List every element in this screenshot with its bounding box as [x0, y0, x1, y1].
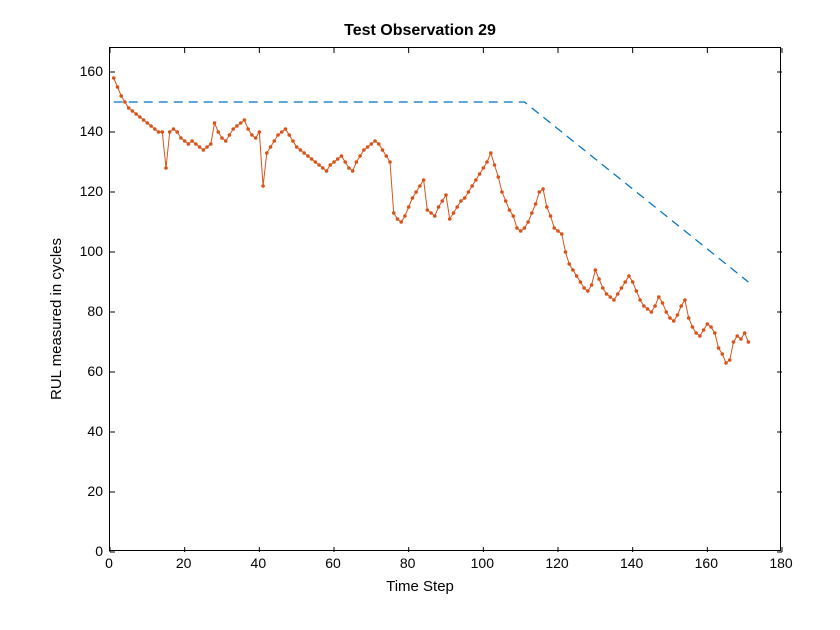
x-tick-label: 140: [620, 555, 643, 571]
series-predicted-rul: [114, 78, 749, 363]
x-tick-label: 40: [251, 555, 267, 571]
x-tick-label: 60: [325, 555, 341, 571]
y-tick-label: 140: [73, 123, 103, 139]
y-tick-label: 20: [73, 483, 103, 499]
x-tick-label: 100: [471, 555, 494, 571]
y-tick-label: 120: [73, 183, 103, 199]
x-axis-label: Time Step: [386, 578, 454, 595]
y-tick-label: 0: [73, 543, 103, 559]
series-true-rul: [114, 102, 749, 282]
y-tick-label: 100: [73, 243, 103, 259]
figure: Test Observation 29 0 20 40 60 80 100 120 140 16…: [0, 0, 840, 630]
x-tick-label: 160: [695, 555, 718, 571]
chart-axes: [109, 47, 781, 551]
y-axis-label: RUL measured in cycles: [48, 238, 65, 400]
x-tick-label: 180: [769, 555, 792, 571]
chart-title: Test Observation 29: [0, 22, 840, 40]
y-tick-label: 80: [73, 303, 103, 319]
y-tick-label: 40: [73, 423, 103, 439]
y-tick-label: 160: [73, 63, 103, 79]
y-tick-label: 60: [73, 363, 103, 379]
chart-plot-area: [110, 48, 782, 552]
x-tick-label: 0: [105, 555, 113, 571]
x-tick-label: 80: [400, 555, 416, 571]
x-tick-label: 120: [545, 555, 568, 571]
x-tick-label: 20: [176, 555, 192, 571]
